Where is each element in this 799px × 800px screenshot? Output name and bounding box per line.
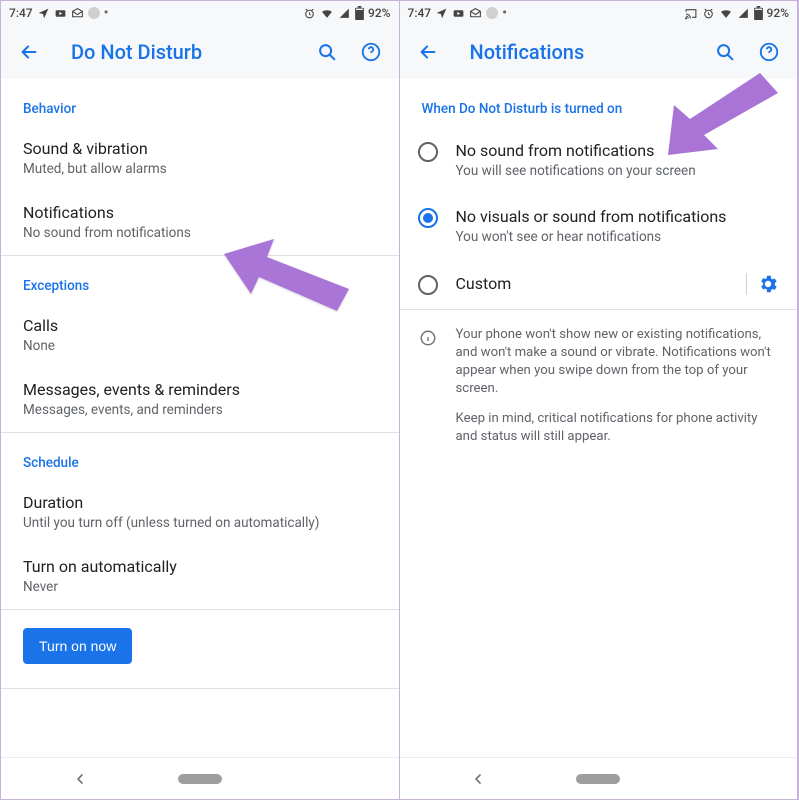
pref-title: Messages, events & reminders bbox=[23, 380, 377, 400]
nav-home-pill[interactable] bbox=[178, 774, 222, 784]
search-button[interactable] bbox=[711, 38, 739, 66]
radio-summary: You will see notifications on your scree… bbox=[456, 163, 780, 179]
pref-title: Sound & vibration bbox=[23, 139, 377, 159]
more-notifications-icon: • bbox=[502, 6, 507, 20]
radio-button-icon bbox=[418, 142, 438, 162]
turn-on-now-button[interactable]: Turn on now bbox=[23, 628, 132, 664]
pref-summary: No sound from notifications bbox=[23, 225, 377, 241]
page-title: Notifications bbox=[470, 40, 696, 64]
pref-notifications[interactable]: Notifications No sound from notification… bbox=[1, 191, 399, 255]
wifi-icon bbox=[719, 7, 733, 20]
signal-icon bbox=[338, 7, 351, 20]
pref-title: Calls bbox=[23, 316, 377, 336]
pref-turn-on-auto[interactable]: Turn on automatically Never bbox=[1, 545, 399, 609]
pref-summary: None bbox=[23, 338, 377, 354]
navigation-bar bbox=[400, 757, 798, 799]
radio-option-custom[interactable]: Custom bbox=[400, 259, 798, 309]
info-paragraph-1: Your phone won't show new or existing no… bbox=[456, 326, 776, 398]
pref-title: Notifications bbox=[23, 203, 377, 223]
radio-title: No visuals or sound from notifications bbox=[456, 207, 780, 227]
more-notifications-icon: • bbox=[104, 6, 109, 20]
help-button[interactable] bbox=[755, 38, 783, 66]
battery-percentage: 92% bbox=[767, 6, 789, 20]
pref-summary: Never bbox=[23, 579, 377, 595]
pref-duration[interactable]: Duration Until you turn off (unless turn… bbox=[1, 481, 399, 545]
youtube-icon bbox=[452, 7, 465, 20]
status-bar: 7:47 • 92% bbox=[1, 1, 399, 25]
divider bbox=[1, 688, 399, 689]
radio-title: Custom bbox=[456, 274, 729, 294]
pref-summary: Messages, events, and reminders bbox=[23, 402, 377, 418]
radio-title: No sound from notifications bbox=[456, 141, 780, 161]
pref-title: Turn on automatically bbox=[23, 557, 377, 577]
app-bar: Do Not Disturb bbox=[1, 25, 399, 79]
radio-button-icon bbox=[418, 275, 438, 295]
nav-back-button[interactable] bbox=[72, 771, 88, 787]
pref-summary: Muted, but allow alarms bbox=[23, 161, 377, 177]
pref-sound-vibration[interactable]: Sound & vibration Muted, but allow alarm… bbox=[1, 127, 399, 191]
nav-home-pill[interactable] bbox=[576, 774, 620, 784]
content-area: Behavior Sound & vibration Muted, but al… bbox=[1, 79, 399, 757]
app-bar: Notifications bbox=[400, 25, 798, 79]
back-button[interactable] bbox=[414, 38, 442, 66]
info-paragraph-2: Keep in mind, critical notifications for… bbox=[456, 410, 776, 446]
alarm-icon bbox=[702, 7, 715, 20]
phone-right: 7:47 • 92% Notifications When Do Not bbox=[400, 1, 799, 799]
pref-calls[interactable]: Calls None bbox=[1, 304, 399, 368]
cast-icon bbox=[684, 7, 698, 20]
section-exceptions-label: Exceptions bbox=[1, 256, 399, 304]
info-block: Your phone won't show new or existing no… bbox=[400, 310, 798, 468]
notification-dot-icon bbox=[486, 7, 498, 19]
youtube-icon bbox=[54, 7, 67, 20]
section-schedule-label: Schedule bbox=[1, 433, 399, 481]
battery-percentage: 92% bbox=[368, 6, 390, 20]
phone-left: 7:47 • 92% Do Not Disturb Behavior bbox=[1, 1, 400, 799]
custom-settings-button[interactable] bbox=[746, 273, 779, 295]
help-button[interactable] bbox=[357, 38, 385, 66]
radio-button-selected-icon bbox=[418, 208, 438, 228]
mail-icon bbox=[469, 7, 482, 20]
location-icon bbox=[435, 7, 448, 20]
navigation-bar bbox=[1, 757, 399, 799]
alarm-icon bbox=[303, 7, 316, 20]
pref-title: Duration bbox=[23, 493, 377, 513]
signal-icon bbox=[737, 7, 750, 20]
pref-summary: Until you turn off (unless turned on aut… bbox=[23, 515, 377, 531]
status-time: 7:47 bbox=[408, 6, 432, 20]
section-behavior-label: Behavior bbox=[1, 79, 399, 127]
battery-icon bbox=[754, 6, 763, 20]
nav-back-button[interactable] bbox=[470, 771, 486, 787]
mail-icon bbox=[71, 7, 84, 20]
back-button[interactable] bbox=[15, 38, 43, 66]
radio-option-no-visuals-sound[interactable]: No visuals or sound from notifications Y… bbox=[400, 193, 798, 259]
info-icon bbox=[418, 328, 438, 348]
content-area: When Do Not Disturb is turned on No soun… bbox=[400, 79, 798, 757]
pref-messages-events[interactable]: Messages, events & reminders Messages, e… bbox=[1, 368, 399, 432]
status-time: 7:47 bbox=[9, 6, 33, 20]
battery-icon bbox=[355, 6, 364, 20]
search-button[interactable] bbox=[313, 38, 341, 66]
radio-summary: You won't see or hear notifications bbox=[456, 229, 780, 245]
notification-dot-icon bbox=[88, 7, 100, 19]
status-bar: 7:47 • 92% bbox=[400, 1, 798, 25]
wifi-icon bbox=[320, 7, 334, 20]
location-icon bbox=[37, 7, 50, 20]
radio-option-no-sound[interactable]: No sound from notifications You will see… bbox=[400, 127, 798, 193]
section-when-dnd-label: When Do Not Disturb is turned on bbox=[400, 79, 798, 127]
page-title: Do Not Disturb bbox=[71, 40, 297, 64]
